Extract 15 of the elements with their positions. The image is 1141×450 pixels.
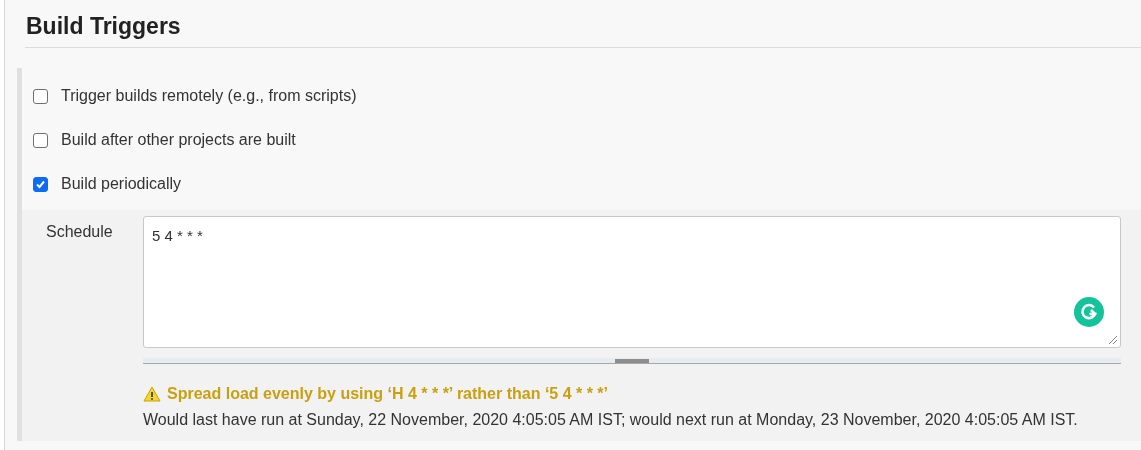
- schedule-label: Schedule: [45, 222, 114, 242]
- schedule-value: 5 4 * * *: [152, 226, 203, 246]
- checkbox-label[interactable]: Build periodically: [61, 172, 182, 196]
- checkbox-label[interactable]: Build after other projects are built: [61, 128, 296, 152]
- schedule-info: Would last have run at Sunday, 22 November, 2020 4:05:05 AM IST; would next run at Monday, 23 November, 2020 4:05:05 AM IST.: [143, 410, 1079, 430]
- checkbox[interactable]: [33, 132, 48, 148]
- warning-icon: [143, 386, 161, 402]
- resize-bar[interactable]: [143, 358, 1121, 364]
- schedule-field[interactable]: 5 4 * * *: [143, 216, 1121, 348]
- section-title: Build Triggers: [25, 12, 182, 41]
- resize-grip-icon[interactable]: [1108, 335, 1118, 345]
- checkbox-label[interactable]: Trigger builds remotely (e.g., from scripts): [61, 84, 357, 108]
- checkbox[interactable]: [33, 88, 48, 104]
- checkbox[interactable]: [33, 176, 48, 192]
- warning-message: Spread load evenly by using ‘H 4 * * *’ rather than ‘5 4 * * *’: [167, 384, 609, 404]
